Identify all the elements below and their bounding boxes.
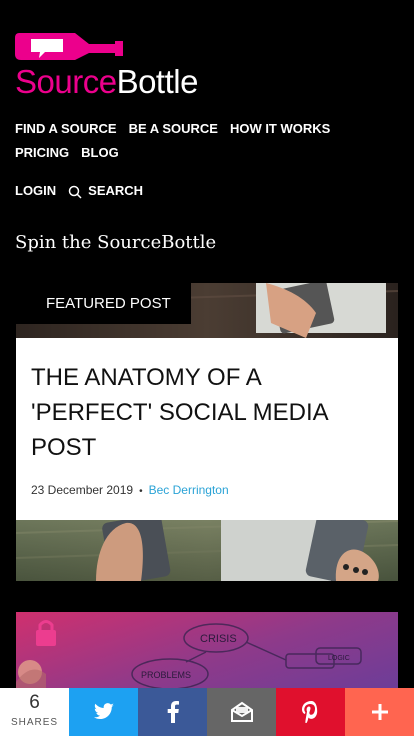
twitter-share-button[interactable] (69, 688, 138, 736)
search-label: SEARCH (88, 183, 144, 198)
search-icon (68, 185, 82, 199)
main-nav: FIND A SOURCE BE A SOURCE HOW IT WORKS P… (15, 119, 405, 199)
social-share-bar: 6 SHARES (0, 688, 414, 736)
email-share-button[interactable] (207, 688, 276, 736)
featured-post-title[interactable]: THE ANATOMY OF A 'PERFECT' SOCIAL MEDIA … (31, 360, 371, 465)
nav-find-a-source[interactable]: FIND A SOURCE (15, 119, 117, 143)
email-icon (230, 701, 253, 722)
featured-post-body: THE ANATOMY OF A 'PERFECT' SOCIAL MEDIA … (16, 338, 398, 520)
nav-how-it-works[interactable]: HOW IT WORKS (230, 119, 330, 143)
meta-separator: • (139, 486, 143, 497)
featured-post-card[interactable]: FEATURED POST THE ANATOMY OF A 'PERFECT'… (16, 283, 398, 581)
nav-login[interactable]: LOGIN (15, 181, 56, 205)
pinterest-icon (301, 701, 317, 723)
nav-primary-row: FIND A SOURCE BE A SOURCE HOW IT WORKS P… (15, 119, 405, 167)
featured-post-badge: FEATURED POST (16, 283, 191, 324)
promo-word-crisis: CRISIS (200, 633, 237, 645)
twitter-icon (93, 703, 114, 720)
share-count-label: SHARES (10, 717, 59, 728)
plus-icon (371, 704, 388, 720)
facebook-share-button[interactable] (138, 688, 207, 736)
share-count-number: 6 (29, 692, 40, 713)
logo-wordmark: SourceBottle (15, 64, 198, 100)
facebook-icon (167, 701, 179, 723)
pinterest-share-button[interactable] (276, 688, 345, 736)
nav-blog[interactable]: BLOG (81, 143, 119, 167)
more-share-button[interactable] (345, 688, 414, 736)
logo-word-bottle: Bottle (116, 63, 199, 100)
promo-word-problems: PROBLEMS (141, 670, 191, 680)
nav-pricing[interactable]: PRICING (15, 143, 69, 167)
featured-post-meta: 23 December 2019 • Bec Derrington (31, 483, 229, 497)
promo-word-logic: LOGIC (328, 655, 350, 662)
sourcebottle-logo[interactable]: SourceBottle (15, 30, 215, 100)
share-count: 6 SHARES (0, 688, 69, 736)
nav-search[interactable]: SEARCH (68, 181, 143, 205)
post-author-link[interactable]: Bec Derrington (149, 483, 229, 497)
nav-be-a-source[interactable]: BE A SOURCE (129, 119, 218, 143)
site-tagline: Spin the SourceBottle (15, 232, 217, 253)
bottle-logo-icon (15, 33, 123, 60)
logo-word-source: Source (15, 63, 117, 100)
nav-secondary-row: LOGIN SEARCH (15, 181, 155, 205)
post-date: 23 December 2019 (31, 483, 134, 497)
